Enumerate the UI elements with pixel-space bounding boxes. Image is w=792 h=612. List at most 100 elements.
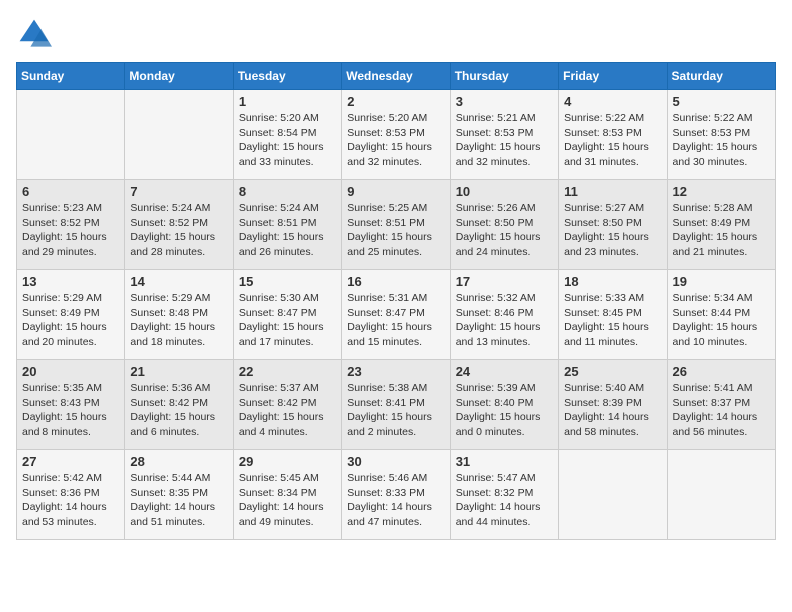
- dow-header-monday: Monday: [125, 63, 233, 90]
- dow-header-thursday: Thursday: [450, 63, 558, 90]
- day-number: 31: [456, 454, 553, 469]
- calendar-cell: 29 Sunrise: 5:45 AM Sunset: 8:34 PM Dayli…: [233, 450, 341, 540]
- calendar-cell: 1 Sunrise: 5:20 AM Sunset: 8:54 PM Daylig…: [233, 90, 341, 180]
- day-info: Sunrise: 5:30 AM Sunset: 8:47 PM Dayligh…: [239, 291, 336, 350]
- calendar-cell: 24 Sunrise: 5:39 AM Sunset: 8:40 PM Dayli…: [450, 360, 558, 450]
- calendar-cell: [17, 90, 125, 180]
- day-number: 24: [456, 364, 553, 379]
- day-number: 2: [347, 94, 444, 109]
- day-number: 19: [673, 274, 770, 289]
- calendar-cell: 11 Sunrise: 5:27 AM Sunset: 8:50 PM Dayli…: [559, 180, 667, 270]
- day-number: 13: [22, 274, 119, 289]
- calendar-cell: [667, 450, 775, 540]
- day-info: Sunrise: 5:20 AM Sunset: 8:53 PM Dayligh…: [347, 111, 444, 170]
- day-number: 29: [239, 454, 336, 469]
- day-number: 23: [347, 364, 444, 379]
- day-info: Sunrise: 5:41 AM Sunset: 8:37 PM Dayligh…: [673, 381, 770, 440]
- day-info: Sunrise: 5:33 AM Sunset: 8:45 PM Dayligh…: [564, 291, 661, 350]
- day-number: 17: [456, 274, 553, 289]
- day-number: 4: [564, 94, 661, 109]
- day-number: 25: [564, 364, 661, 379]
- day-number: 14: [130, 274, 227, 289]
- day-info: Sunrise: 5:35 AM Sunset: 8:43 PM Dayligh…: [22, 381, 119, 440]
- day-number: 1: [239, 94, 336, 109]
- dow-header-tuesday: Tuesday: [233, 63, 341, 90]
- day-number: 5: [673, 94, 770, 109]
- day-info: Sunrise: 5:45 AM Sunset: 8:34 PM Dayligh…: [239, 471, 336, 530]
- calendar-table: SundayMondayTuesdayWednesdayThursdayFrid…: [16, 62, 776, 540]
- dow-header-sunday: Sunday: [17, 63, 125, 90]
- calendar-cell: 17 Sunrise: 5:32 AM Sunset: 8:46 PM Dayli…: [450, 270, 558, 360]
- calendar-cell: 23 Sunrise: 5:38 AM Sunset: 8:41 PM Dayli…: [342, 360, 450, 450]
- day-number: 28: [130, 454, 227, 469]
- calendar-cell: 13 Sunrise: 5:29 AM Sunset: 8:49 PM Dayli…: [17, 270, 125, 360]
- dow-header-saturday: Saturday: [667, 63, 775, 90]
- day-info: Sunrise: 5:22 AM Sunset: 8:53 PM Dayligh…: [564, 111, 661, 170]
- day-number: 3: [456, 94, 553, 109]
- calendar-body: 1 Sunrise: 5:20 AM Sunset: 8:54 PM Daylig…: [17, 90, 776, 540]
- day-info: Sunrise: 5:36 AM Sunset: 8:42 PM Dayligh…: [130, 381, 227, 440]
- calendar-cell: 3 Sunrise: 5:21 AM Sunset: 8:53 PM Daylig…: [450, 90, 558, 180]
- calendar-cell: 28Sunrise: 5:44 AM Sunset: 8:35 PM Dayli…: [125, 450, 233, 540]
- day-info: Sunrise: 5:20 AM Sunset: 8:54 PM Dayligh…: [239, 111, 336, 170]
- day-info: Sunrise: 5:37 AM Sunset: 8:42 PM Dayligh…: [239, 381, 336, 440]
- calendar-cell: 7Sunrise: 5:24 AM Sunset: 8:52 PM Daylig…: [125, 180, 233, 270]
- calendar-cell: 31 Sunrise: 5:47 AM Sunset: 8:32 PM Dayli…: [450, 450, 558, 540]
- day-number: 20: [22, 364, 119, 379]
- calendar-cell: 26 Sunrise: 5:41 AM Sunset: 8:37 PM Dayli…: [667, 360, 775, 450]
- calendar-cell: 21 Sunrise: 5:36 AM Sunset: 8:42 PM Dayli…: [125, 360, 233, 450]
- calendar-cell: 8Sunrise: 5:24 AM Sunset: 8:51 PM Daylig…: [233, 180, 341, 270]
- calendar-cell: 5Sunrise: 5:22 AM Sunset: 8:53 PM Daylig…: [667, 90, 775, 180]
- calendar-cell: 4 Sunrise: 5:22 AM Sunset: 8:53 PM Daylig…: [559, 90, 667, 180]
- day-number: 12: [673, 184, 770, 199]
- calendar-cell: 10 Sunrise: 5:26 AM Sunset: 8:50 PM Dayli…: [450, 180, 558, 270]
- dow-header-wednesday: Wednesday: [342, 63, 450, 90]
- day-number: 22: [239, 364, 336, 379]
- day-number: 30: [347, 454, 444, 469]
- calendar-cell: 25 Sunrise: 5:40 AM Sunset: 8:39 PM Dayli…: [559, 360, 667, 450]
- day-info: Sunrise: 5:46 AM Sunset: 8:33 PM Dayligh…: [347, 471, 444, 530]
- dow-header-friday: Friday: [559, 63, 667, 90]
- day-number: 10: [456, 184, 553, 199]
- day-info: Sunrise: 5:40 AM Sunset: 8:39 PM Dayligh…: [564, 381, 661, 440]
- day-number: 9: [347, 184, 444, 199]
- calendar-cell: 19Sunrise: 5:34 AM Sunset: 8:44 PM Dayli…: [667, 270, 775, 360]
- day-info: Sunrise: 5:25 AM Sunset: 8:51 PM Dayligh…: [347, 201, 444, 260]
- calendar-cell: 18 Sunrise: 5:33 AM Sunset: 8:45 PM Dayli…: [559, 270, 667, 360]
- day-number: 7: [130, 184, 227, 199]
- calendar-cell: 30 Sunrise: 5:46 AM Sunset: 8:33 PM Dayli…: [342, 450, 450, 540]
- day-info: Sunrise: 5:38 AM Sunset: 8:41 PM Dayligh…: [347, 381, 444, 440]
- calendar-week-3: 13 Sunrise: 5:29 AM Sunset: 8:49 PM Dayli…: [17, 270, 776, 360]
- calendar-cell: 12 Sunrise: 5:28 AM Sunset: 8:49 PM Dayli…: [667, 180, 775, 270]
- day-info: Sunrise: 5:47 AM Sunset: 8:32 PM Dayligh…: [456, 471, 553, 530]
- logo-icon: [16, 16, 52, 52]
- day-info: Sunrise: 5:26 AM Sunset: 8:50 PM Dayligh…: [456, 201, 553, 260]
- day-number: 18: [564, 274, 661, 289]
- day-info: Sunrise: 5:23 AM Sunset: 8:52 PM Dayligh…: [22, 201, 119, 260]
- logo: [16, 16, 56, 52]
- day-info: Sunrise: 5:32 AM Sunset: 8:46 PM Dayligh…: [456, 291, 553, 350]
- calendar-cell: 2 Sunrise: 5:20 AM Sunset: 8:53 PM Daylig…: [342, 90, 450, 180]
- day-info: Sunrise: 5:29 AM Sunset: 8:48 PM Dayligh…: [130, 291, 227, 350]
- calendar-cell: 22 Sunrise: 5:37 AM Sunset: 8:42 PM Dayli…: [233, 360, 341, 450]
- calendar-cell: [125, 90, 233, 180]
- day-info: Sunrise: 5:31 AM Sunset: 8:47 PM Dayligh…: [347, 291, 444, 350]
- day-info: Sunrise: 5:21 AM Sunset: 8:53 PM Dayligh…: [456, 111, 553, 170]
- calendar-cell: 16Sunrise: 5:31 AM Sunset: 8:47 PM Dayli…: [342, 270, 450, 360]
- day-info: Sunrise: 5:28 AM Sunset: 8:49 PM Dayligh…: [673, 201, 770, 260]
- day-info: Sunrise: 5:29 AM Sunset: 8:49 PM Dayligh…: [22, 291, 119, 350]
- day-info: Sunrise: 5:24 AM Sunset: 8:51 PM Dayligh…: [239, 201, 336, 260]
- calendar-week-4: 20 Sunrise: 5:35 AM Sunset: 8:43 PM Dayli…: [17, 360, 776, 450]
- day-info: Sunrise: 5:39 AM Sunset: 8:40 PM Dayligh…: [456, 381, 553, 440]
- day-number: 21: [130, 364, 227, 379]
- calendar-cell: [559, 450, 667, 540]
- calendar-cell: 6Sunrise: 5:23 AM Sunset: 8:52 PM Daylig…: [17, 180, 125, 270]
- day-info: Sunrise: 5:27 AM Sunset: 8:50 PM Dayligh…: [564, 201, 661, 260]
- day-number: 26: [673, 364, 770, 379]
- day-number: 11: [564, 184, 661, 199]
- days-of-week-row: SundayMondayTuesdayWednesdayThursdayFrid…: [17, 63, 776, 90]
- day-number: 15: [239, 274, 336, 289]
- calendar-week-1: 1 Sunrise: 5:20 AM Sunset: 8:54 PM Daylig…: [17, 90, 776, 180]
- calendar-week-5: 27Sunrise: 5:42 AM Sunset: 8:36 PM Dayli…: [17, 450, 776, 540]
- day-info: Sunrise: 5:42 AM Sunset: 8:36 PM Dayligh…: [22, 471, 119, 530]
